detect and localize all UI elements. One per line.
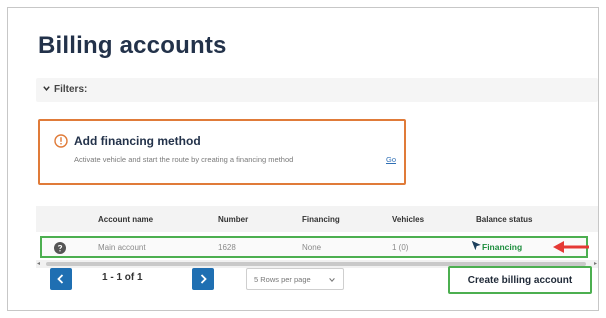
column-header-balance-status[interactable]: Balance status: [476, 215, 532, 224]
app-window: Billing accounts Filters: Add financing …: [7, 7, 599, 311]
chevron-down-icon: [329, 278, 335, 282]
help-icon[interactable]: [54, 242, 66, 254]
rows-per-page-value: 5 Rows per page: [254, 275, 311, 284]
cell-number: 1628: [218, 243, 236, 252]
filters-label: Filters:: [54, 84, 88, 95]
chevron-left-icon: [57, 274, 64, 284]
cell-account-name: Main account: [98, 243, 146, 252]
column-header-account-name[interactable]: Account name: [98, 215, 153, 224]
cell-financing: None: [302, 243, 322, 252]
filters-toggle[interactable]: Filters:: [36, 78, 598, 102]
column-header-vehicles[interactable]: Vehicles: [392, 215, 424, 224]
page-title: Billing accounts: [38, 32, 227, 59]
previous-page-button[interactable]: [50, 268, 72, 290]
rows-per-page-select[interactable]: 5 Rows per page: [246, 268, 344, 290]
annotation-arrow-icon: [553, 241, 589, 253]
cell-vehicles: 1 (0): [392, 243, 409, 252]
column-header-financing[interactable]: Financing: [302, 215, 340, 224]
billing-accounts-table: Account name Number Financing Vehicles B…: [36, 206, 598, 270]
pagination: 1 - 1 of 1 5 Rows per page Create billin…: [36, 264, 598, 304]
chevron-right-icon: [200, 274, 207, 284]
alert-info-icon: [54, 134, 68, 148]
page-count: 1 - 1 of 1: [102, 272, 143, 283]
balance-status-financing[interactable]: Financing: [482, 242, 522, 252]
financing-alert: Add financing method Activate vehicle an…: [38, 119, 406, 185]
alert-go-link[interactable]: Go: [386, 155, 396, 164]
next-page-button[interactable]: [192, 268, 214, 290]
chevron-down-icon: [43, 86, 50, 91]
table-row[interactable]: Main account 1628 None 1 (0) Financing: [40, 236, 589, 258]
table-header: Account name Number Financing Vehicles B…: [36, 206, 598, 232]
alert-title: Add financing method: [74, 134, 201, 148]
column-header-number[interactable]: Number: [218, 215, 248, 224]
create-billing-account-button[interactable]: Create billing account: [448, 266, 592, 294]
alert-description: Activate vehicle and start the route by …: [74, 155, 294, 164]
